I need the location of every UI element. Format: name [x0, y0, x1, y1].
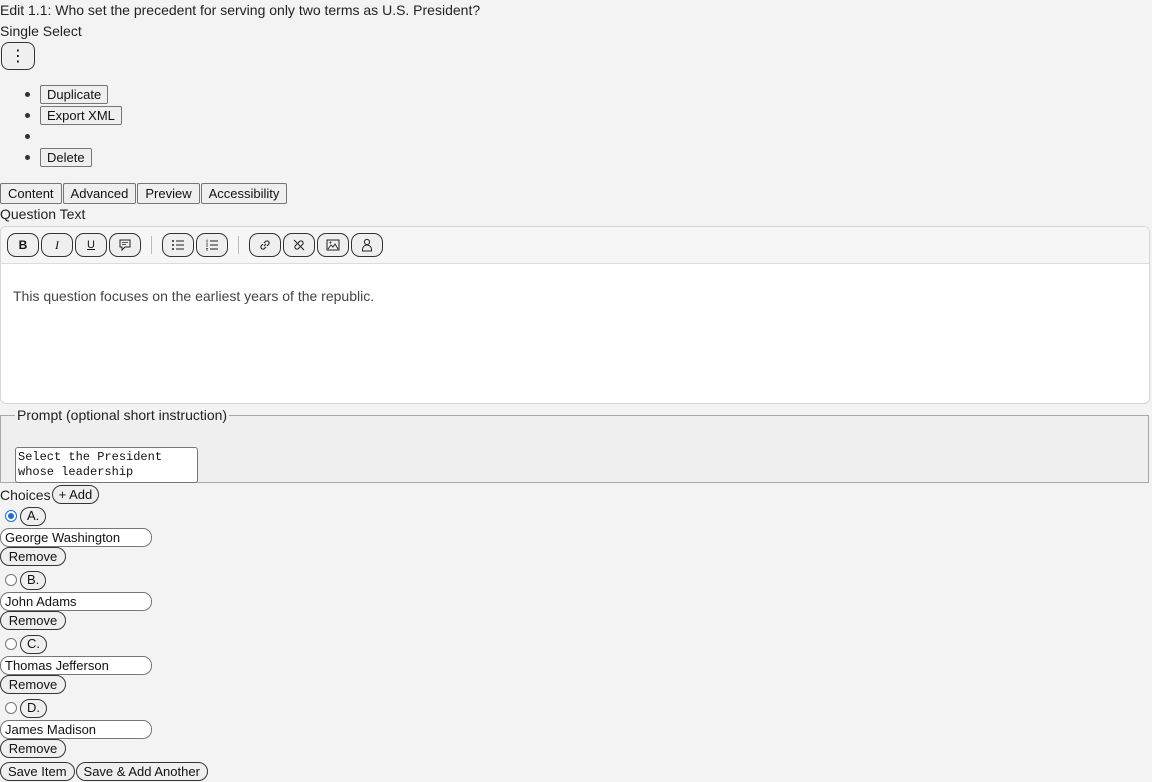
image-button[interactable]	[317, 233, 349, 257]
italic-icon: I	[55, 237, 59, 252]
save-and-add-another-button[interactable]: Save & Add Another	[75, 762, 208, 781]
remove-choice-button[interactable]: Remove	[0, 611, 66, 630]
save-item-button[interactable]: Save Item	[0, 762, 75, 781]
person-button[interactable]	[351, 233, 383, 257]
choice-item: C. Remove	[0, 634, 152, 694]
comment-icon	[119, 239, 131, 252]
numbered-list-button[interactable]	[196, 233, 228, 257]
question-text-body[interactable]: This question focuses on the earliest ye…	[1, 264, 1149, 304]
choice-text-input[interactable]	[0, 656, 152, 675]
choice-radio[interactable]	[5, 638, 17, 650]
choice-text-input[interactable]	[0, 592, 152, 611]
toolbar-separator	[151, 236, 152, 254]
add-choice-button[interactable]: + Add	[51, 485, 100, 504]
menu-item: Export XML	[0, 106, 122, 127]
underline-button[interactable]: U	[75, 233, 107, 257]
tab-preview[interactable]: Preview	[137, 183, 200, 204]
choice-text-input[interactable]	[0, 720, 152, 739]
prompt-textarea[interactable]: Select the President whose leadership	[15, 447, 198, 483]
choice-radio[interactable]	[5, 702, 17, 714]
menu-item: Delete	[0, 148, 122, 169]
question-text-label: Question Text	[0, 206, 86, 222]
choices-label: Choices	[0, 486, 51, 503]
choice-radio[interactable]	[5, 510, 17, 522]
comment-button[interactable]	[109, 233, 141, 257]
duplicate-button[interactable]: Duplicate	[40, 85, 109, 104]
page-title: Edit 1.1: Who set the precedent for serv…	[0, 2, 481, 18]
menu-item: Duplicate	[0, 85, 122, 106]
bulleted-list-icon	[172, 240, 184, 250]
editor-toolbar: B I U	[1, 227, 1149, 264]
italic-button[interactable]: I	[41, 233, 73, 257]
link-button[interactable]	[249, 233, 281, 257]
unlink-icon	[293, 239, 305, 251]
delete-button[interactable]: Delete	[40, 148, 92, 167]
image-icon	[326, 239, 340, 251]
options-menu: Duplicate Export XML Delete	[0, 85, 122, 169]
tab-bar: Content Advanced Preview Accessibility	[0, 183, 288, 204]
export-xml-button[interactable]: Export XML	[40, 106, 122, 125]
tab-accessibility[interactable]: Accessibility	[200, 183, 288, 204]
choice-letter-button[interactable]: D.	[20, 698, 47, 718]
menu-item-empty	[0, 127, 122, 148]
choice-letter-button[interactable]: B.	[20, 570, 47, 590]
choice-item: D. Remove	[0, 698, 152, 758]
kebab-icon: ⋮	[10, 46, 26, 65]
remove-choice-button[interactable]: Remove	[0, 675, 66, 694]
remove-choice-button[interactable]: Remove	[0, 547, 66, 566]
toolbar-separator	[238, 236, 239, 254]
prompt-legend: Prompt (optional short instruction)	[17, 407, 228, 423]
choice-letter-button[interactable]: A.	[20, 506, 47, 526]
bold-button[interactable]: B	[7, 233, 39, 257]
unlink-button[interactable]	[283, 233, 315, 257]
choice-letter-button[interactable]: C.	[20, 634, 47, 654]
footer-actions: Save Item Save & Add Another	[0, 762, 208, 781]
more-options-button[interactable]: ⋮	[1, 42, 35, 70]
choice-item: B. Remove	[0, 570, 152, 630]
choice-item: A. Remove	[0, 506, 152, 566]
tab-content[interactable]: Content	[0, 183, 62, 204]
choice-text-input[interactable]	[0, 528, 152, 547]
bold-icon: B	[18, 238, 28, 252]
prompt-fieldset: Prompt (optional short instruction) Sele…	[0, 407, 1149, 483]
choices-header: Choices + Add	[0, 485, 100, 504]
link-icon	[260, 240, 270, 250]
person-icon	[362, 238, 372, 252]
remove-choice-button[interactable]: Remove	[0, 739, 66, 758]
choice-radio[interactable]	[5, 574, 17, 586]
item-type-label: Single Select	[0, 23, 82, 39]
numbered-list-icon	[206, 239, 218, 251]
tab-advanced[interactable]: Advanced	[62, 183, 137, 204]
rich-text-editor: B I U This question focuses on the earli…	[0, 226, 1150, 404]
underline-icon: U	[87, 239, 95, 251]
edit-item-page: Edit 1.1: Who set the precedent for serv…	[0, 0, 1152, 782]
bulleted-list-button[interactable]	[162, 233, 194, 257]
